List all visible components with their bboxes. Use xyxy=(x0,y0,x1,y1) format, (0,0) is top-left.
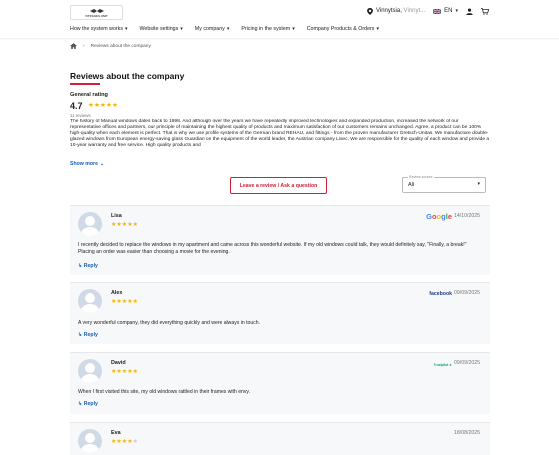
reviewer-name: Lisa xyxy=(111,213,122,219)
review-stars: ★★★★★ xyxy=(111,369,138,375)
chevron-down-icon: ⌄ xyxy=(99,161,105,167)
reviewer-name: Eva xyxy=(111,430,121,436)
review-date: 09/09/2025 xyxy=(454,290,480,296)
avatar xyxy=(78,212,102,236)
chevron-down-icon: ▾ xyxy=(226,26,230,32)
breadcrumb-current: Reviews about the company xyxy=(90,43,151,49)
reply-button[interactable]: ↳ Reply xyxy=(78,401,98,407)
chevron-down-icon: ▾ xyxy=(376,26,379,32)
location-selector[interactable]: Vinnytsia, Vinnyt... xyxy=(367,7,426,15)
general-rating-label: General rating xyxy=(70,92,108,98)
review-date: 09/09/2025 xyxy=(454,360,480,366)
review-stars: ★★★★★ xyxy=(111,439,138,445)
chevron-down-icon: ▾ xyxy=(180,26,183,32)
uk-flag-icon xyxy=(433,8,442,14)
review-source-value: All xyxy=(408,182,415,188)
review-text: When I first visited this site, my old w… xyxy=(78,389,251,395)
chevron-down-icon: ▾ xyxy=(477,181,480,187)
review-stars: ★★★★★ xyxy=(111,299,138,305)
show-more-button[interactable]: Show more ⌄ xyxy=(70,161,104,167)
review-text: I recently decided to replace the window… xyxy=(78,242,467,255)
reviews-count: 11 reviews xyxy=(70,113,91,118)
user-icon[interactable] xyxy=(466,7,473,15)
breadcrumb: › Reviews about the company xyxy=(70,43,151,49)
review-date: 18/08/2025 xyxy=(454,430,480,436)
location-pin-icon xyxy=(367,7,373,15)
nav-item-my-company[interactable]: My company ▾ xyxy=(195,26,230,32)
chevron-down-icon: ▾ xyxy=(292,26,295,32)
review-stars: ★★★★★ xyxy=(111,222,138,228)
logo-mark-icon xyxy=(89,8,104,13)
nav-item-pricing[interactable]: Pricing in the system ▾ xyxy=(241,26,294,32)
review-source-label: Review source xyxy=(408,175,434,179)
company-description: The history of Manual windows dates back… xyxy=(70,119,490,148)
trustpilot-logo-icon: Trustpilot ★ xyxy=(433,363,452,367)
reply-button[interactable]: ↳ Reply xyxy=(78,332,98,338)
review-card: David ★★★★★ Trustpilot ★ 09/09/2025 When… xyxy=(70,352,490,414)
chevron-down-icon: ▾ xyxy=(124,26,128,32)
average-rating-stars: ★★★★★ xyxy=(88,102,119,109)
main-nav: How the system works ▾ Website settings ▾ … xyxy=(70,26,391,32)
reviewer-name: Alex xyxy=(111,290,123,296)
review-card: Alex ★★★★★ facebook 09/09/2025 A very wo… xyxy=(70,282,490,344)
site-header: VITRAGES.UNIT Vinnytsia, Vinnyt... EN ▾ … xyxy=(0,0,559,38)
logo-text: VITRAGES.UNIT xyxy=(85,14,108,18)
company-logo[interactable]: VITRAGES.UNIT xyxy=(70,5,123,20)
review-card: Lisa ★★★★★ Google 14/10/2025 I recently … xyxy=(70,205,490,275)
location-text: Vinnytsia, Vinnyt... xyxy=(375,8,426,14)
review-source-select[interactable]: Review source All ▾ xyxy=(402,175,486,193)
avatar xyxy=(78,359,102,383)
reply-button[interactable]: ↳ Reply xyxy=(78,263,98,269)
header-utilities: Vinnytsia, Vinnyt... EN ▾ xyxy=(367,5,489,17)
nav-item-products-orders[interactable]: Company Products & Orders ▾ xyxy=(307,26,379,32)
title-underline xyxy=(70,83,100,85)
review-card: Eva ★★★★★ 18/08/2025 xyxy=(70,422,490,455)
review-date: 14/10/2025 xyxy=(454,213,480,219)
review-text: A very wonderful company, they did every… xyxy=(78,320,260,326)
leave-review-button[interactable]: Leave a review / Ask a question xyxy=(230,177,327,194)
language-label: EN xyxy=(444,8,453,14)
avatar xyxy=(78,429,102,453)
avatar xyxy=(78,289,102,313)
reviewer-name: David xyxy=(111,360,126,366)
chevron-down-icon: ▾ xyxy=(455,8,458,14)
facebook-logo-icon: facebook xyxy=(429,291,452,297)
home-icon[interactable] xyxy=(70,43,77,49)
nav-item-how-system-works[interactable]: How the system works ▾ xyxy=(70,26,128,32)
language-selector[interactable]: EN ▾ xyxy=(433,8,458,14)
breadcrumb-separator-icon: › xyxy=(83,43,85,49)
nav-item-website-settings[interactable]: Website settings ▾ xyxy=(140,26,183,32)
page-title: Reviews about the company xyxy=(70,71,185,81)
google-logo-icon: Google xyxy=(426,212,452,221)
average-rating: 4.7 xyxy=(70,101,83,111)
cart-icon[interactable] xyxy=(481,7,489,15)
